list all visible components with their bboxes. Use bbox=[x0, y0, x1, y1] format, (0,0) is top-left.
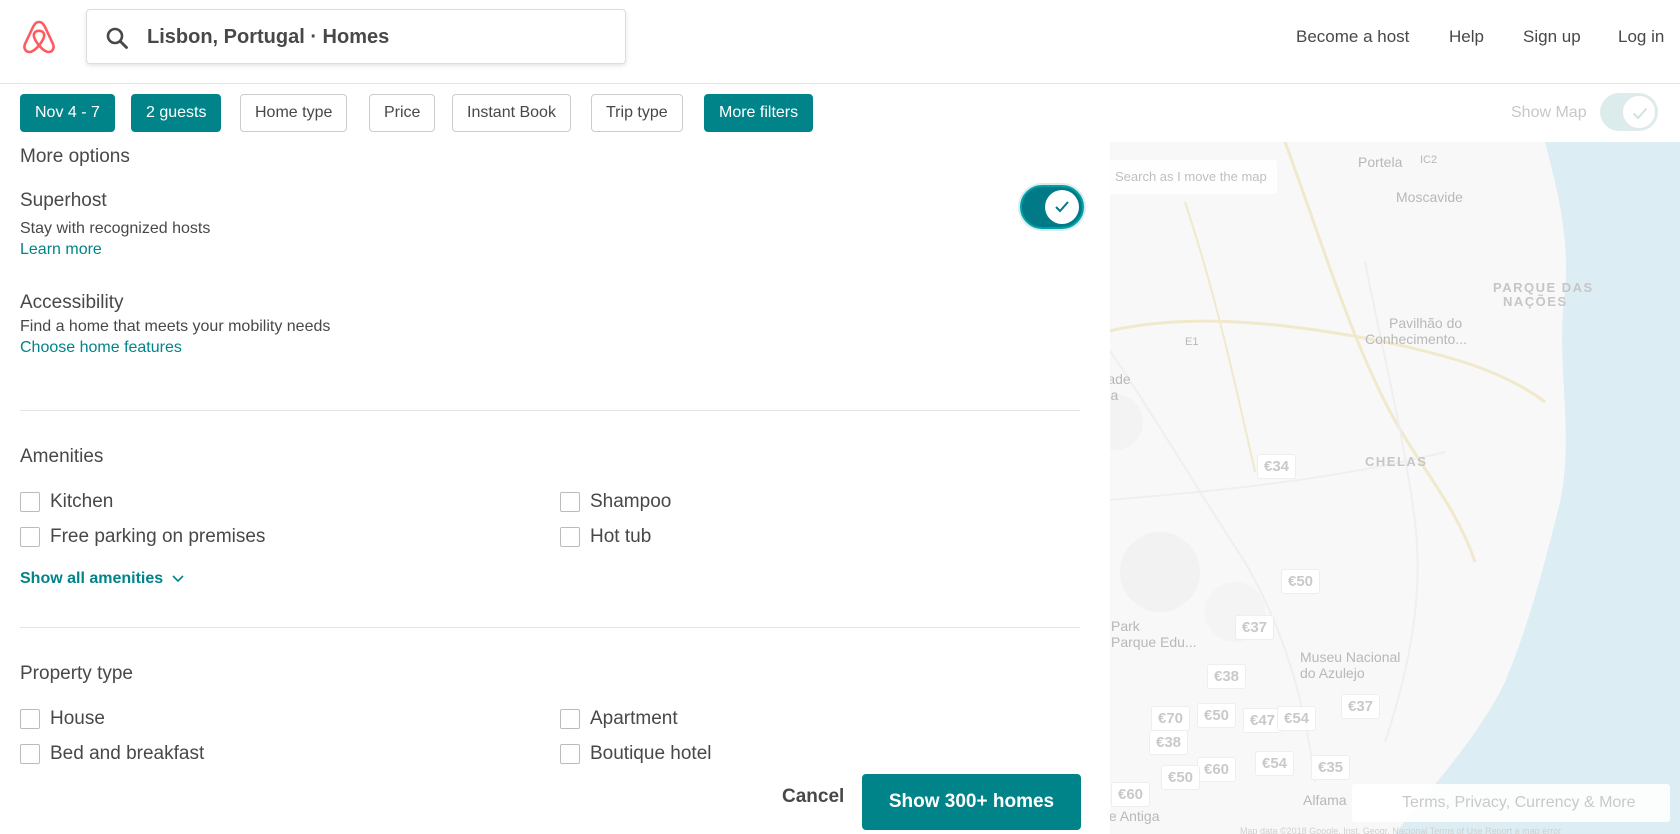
superhost-learn-more-link[interactable]: Learn more bbox=[20, 241, 102, 259]
price-pin[interactable]: €50 bbox=[1281, 569, 1321, 594]
checkbox[interactable] bbox=[560, 744, 580, 764]
more-options-heading: More options bbox=[20, 146, 130, 167]
checkbox[interactable] bbox=[20, 527, 40, 547]
trip-type-filter-button[interactable]: Trip type bbox=[591, 94, 683, 132]
become-host-link[interactable]: Become a host bbox=[1296, 0, 1409, 74]
amenities-heading: Amenities bbox=[20, 446, 104, 467]
airbnb-logo-icon[interactable] bbox=[20, 18, 58, 56]
property-type-house[interactable]: House bbox=[20, 707, 105, 731]
help-link[interactable]: Help bbox=[1449, 0, 1484, 74]
sign-up-link[interactable]: Sign up bbox=[1523, 0, 1581, 74]
price-pin[interactable]: €60 bbox=[1197, 757, 1237, 782]
price-pin[interactable]: €38 bbox=[1149, 730, 1189, 755]
property-type-bed-and-breakfast[interactable]: Bed and breakfast bbox=[20, 742, 204, 766]
map-label-chelas: CHELAS bbox=[1365, 454, 1428, 469]
price-pin[interactable]: €54 bbox=[1255, 751, 1295, 776]
section-divider bbox=[20, 410, 1080, 411]
price-filter-button[interactable]: Price bbox=[369, 94, 436, 132]
chevron-down-icon bbox=[172, 575, 184, 583]
show-homes-button[interactable]: Show 300+ homes bbox=[862, 774, 1081, 830]
map-footer-link[interactable]: Terms, Privacy, Currency & More bbox=[1352, 784, 1670, 822]
amenity-hot-tub[interactable]: Hot tub bbox=[560, 525, 651, 549]
price-pin[interactable]: €60 bbox=[1111, 782, 1151, 807]
checkbox[interactable] bbox=[20, 709, 40, 729]
show-all-amenities-button[interactable]: Show all amenities bbox=[20, 570, 185, 588]
price-pin[interactable]: €37 bbox=[1341, 694, 1381, 719]
superhost-title: Superhost bbox=[20, 190, 107, 211]
checkbox[interactable] bbox=[560, 492, 580, 512]
show-map-label: Show Map bbox=[1511, 104, 1587, 121]
map-copyright: Map data ©2018 Google, Inst. Geogr. Naci… bbox=[1240, 826, 1562, 834]
search-icon bbox=[105, 26, 129, 50]
price-pin[interactable]: €38 bbox=[1207, 664, 1247, 689]
property-type-boutique-hotel[interactable]: Boutique hotel bbox=[560, 742, 712, 766]
price-pin[interactable]: €50 bbox=[1161, 765, 1201, 790]
map-label-pavilhao: Pavilhão do bbox=[1389, 315, 1463, 331]
instant-book-filter-button[interactable]: Instant Book bbox=[452, 94, 571, 132]
map-label-park: Park bbox=[1111, 618, 1140, 634]
toggle-knob bbox=[1622, 95, 1656, 129]
accessibility-title: Accessibility bbox=[20, 292, 124, 313]
choose-home-features-link[interactable]: Choose home features bbox=[20, 339, 182, 357]
cancel-button[interactable]: Cancel bbox=[782, 786, 844, 808]
price-pin[interactable]: €70 bbox=[1151, 706, 1191, 731]
map-label-moscavide: Moscavide bbox=[1396, 189, 1463, 205]
map-label-conhecimento: Conhecimento... bbox=[1365, 331, 1467, 347]
top-header: Lisbon, Portugal · Homes Become a host H… bbox=[0, 0, 1680, 84]
superhost-toggle[interactable] bbox=[1020, 185, 1084, 229]
log-in-link[interactable]: Log in bbox=[1618, 0, 1664, 74]
checkbox[interactable] bbox=[560, 527, 580, 547]
checkbox[interactable] bbox=[20, 492, 40, 512]
check-icon bbox=[1632, 107, 1648, 120]
section-divider bbox=[20, 627, 1080, 628]
map-road-e1: E1 bbox=[1185, 336, 1199, 348]
map-label-parque-edu: Parque Edu... bbox=[1111, 634, 1197, 650]
more-filters-panel: More options Superhost Stay with recogni… bbox=[0, 142, 1110, 834]
more-filters-button[interactable]: More filters bbox=[704, 94, 814, 132]
toggle-knob bbox=[1045, 190, 1079, 224]
dates-filter-button[interactable]: Nov 4 - 7 bbox=[20, 94, 115, 132]
price-pin[interactable]: €37 bbox=[1235, 615, 1275, 640]
checkbox[interactable] bbox=[560, 709, 580, 729]
amenity-shampoo[interactable]: Shampoo bbox=[560, 490, 671, 514]
map-label-alfama: Alfama bbox=[1303, 792, 1347, 808]
price-pin[interactable]: €54 bbox=[1277, 706, 1317, 731]
map-label-museu: Museu Nacional bbox=[1300, 649, 1401, 665]
map-road-ic2: IC2 bbox=[1420, 154, 1438, 166]
map-label-azulejo: do Azulejo bbox=[1300, 665, 1365, 681]
check-icon bbox=[1055, 201, 1069, 213]
map-label-antiga: te Antiga bbox=[1105, 808, 1160, 824]
price-pin[interactable]: €34 bbox=[1257, 454, 1297, 479]
map-label-parque-das: PARQUE DAS bbox=[1493, 280, 1594, 295]
guests-filter-button[interactable]: 2 guests bbox=[131, 94, 222, 132]
property-type-apartment[interactable]: Apartment bbox=[560, 707, 678, 731]
price-pin[interactable]: €50 bbox=[1197, 703, 1237, 728]
amenity-free-parking[interactable]: Free parking on premises bbox=[20, 525, 265, 549]
map-label-portela: Portela bbox=[1358, 154, 1403, 170]
accessibility-desc: Find a home that meets your mobility nee… bbox=[20, 318, 331, 335]
home-type-filter-button[interactable]: Home type bbox=[240, 94, 348, 132]
search-as-move-checkbox[interactable]: Search as I move the map bbox=[1105, 160, 1277, 194]
search-input[interactable]: Lisbon, Portugal · Homes bbox=[147, 10, 389, 65]
search-bar[interactable]: Lisbon, Portugal · Homes bbox=[86, 9, 626, 64]
property-type-heading: Property type bbox=[20, 663, 133, 684]
show-map-toggle[interactable] bbox=[1600, 93, 1658, 131]
checkbox[interactable] bbox=[20, 744, 40, 764]
amenity-kitchen[interactable]: Kitchen bbox=[20, 490, 113, 514]
app-root: Lisbon, Portugal · Homes Become a host H… bbox=[0, 0, 1680, 834]
superhost-desc: Stay with recognized hosts bbox=[20, 220, 211, 237]
map-label-nacoes: NAÇÕES bbox=[1503, 294, 1568, 309]
price-pin[interactable]: €35 bbox=[1311, 755, 1351, 780]
